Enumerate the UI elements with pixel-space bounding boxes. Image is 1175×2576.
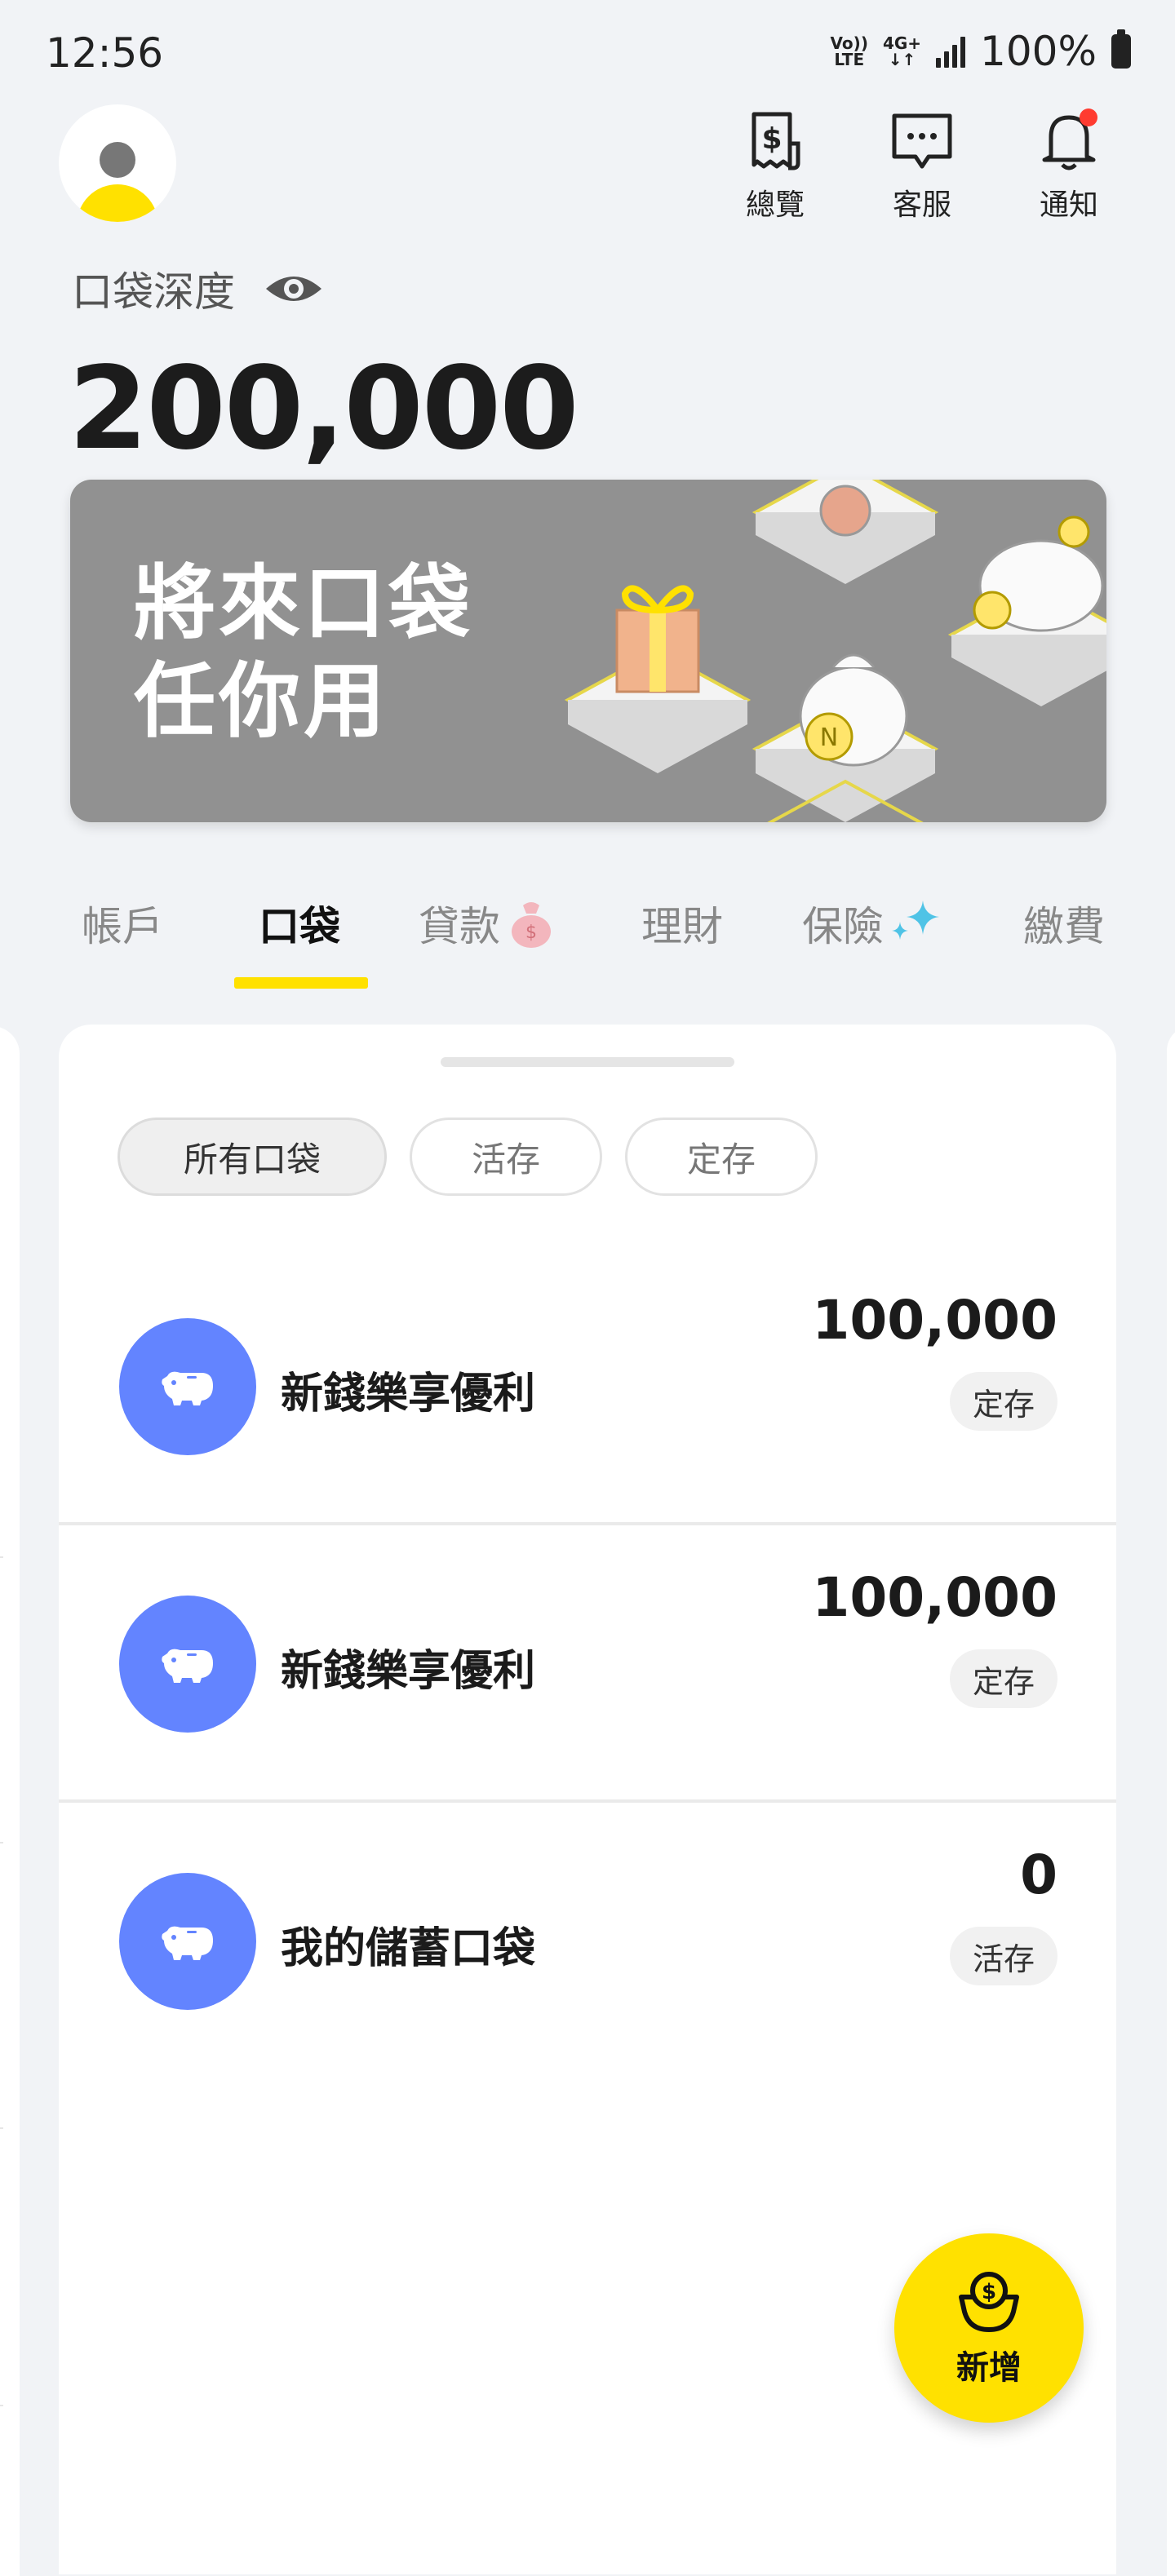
pocket-row[interactable]: 我的儲蓄口袋 0 活存 <box>59 1803 1116 2080</box>
pocket-coin-icon: $ <box>959 2272 1019 2332</box>
banner-line1: 將來口袋 <box>134 555 473 651</box>
pocket-type-badge: 定存 <box>949 1372 1058 1431</box>
support-label: 客服 <box>892 188 951 222</box>
signal-icon <box>936 35 966 68</box>
avatar[interactable] <box>59 104 176 222</box>
status-bar: 12:56 Vo)) LTE 4G+ ↓↑ 100% <box>0 0 1175 106</box>
svg-text:N: N <box>820 724 838 752</box>
receipt-dollar-icon: $ <box>752 112 800 170</box>
status-indicators: Vo)) LTE 4G+ ↓↑ 100% <box>831 28 1131 75</box>
tab-pockets[interactable]: 口袋 <box>259 894 340 953</box>
tab-account[interactable]: 帳戶 <box>82 894 163 953</box>
tab-bar: 帳戶 口袋 貸款 $ 理財 保險 繳費 <box>0 886 1175 1000</box>
pocket-name: 新錢樂享優利 <box>281 1370 536 1419</box>
tab-insurance-label: 保險 <box>802 903 884 950</box>
piggy-bank-icon <box>119 1596 256 1733</box>
previous-card-edge[interactable] <box>0 1026 20 2576</box>
tab-loans[interactable]: 貸款 $ <box>419 894 554 953</box>
network-indicator: 4G+ ↓↑ <box>882 33 922 69</box>
add-pocket-label: 新增 <box>956 2349 1022 2387</box>
filter-demand-label: 活存 <box>471 1139 540 1180</box>
notification-button[interactable]: 通知 <box>995 106 1142 224</box>
svg-text:$: $ <box>761 122 782 156</box>
pocket-row[interactable]: 新錢樂享優利 100,000 定存 <box>59 1525 1116 1803</box>
support-button[interactable]: 客服 <box>849 106 995 224</box>
pocket-amount: 100,000 <box>812 1566 1058 1629</box>
add-pocket-button[interactable]: $ 新增 <box>894 2233 1084 2423</box>
balance-label: 口袋深度 <box>72 268 235 316</box>
tab-investment[interactable]: 理財 <box>641 894 723 953</box>
volte-indicator: Vo)) LTE <box>830 33 868 69</box>
tab-account-label: 帳戶 <box>82 903 163 950</box>
filter-time-label: 定存 <box>686 1139 756 1180</box>
balance-header: 口袋深度 <box>72 259 323 318</box>
pocket-name: 新錢樂享優利 <box>281 1647 536 1696</box>
tab-insurance[interactable]: 保險 <box>802 894 944 953</box>
pocket-amount: 100,000 <box>812 1289 1058 1352</box>
filter-chips: 所有口袋 活存 定存 <box>118 1118 818 1196</box>
next-card-edge[interactable] <box>1167 1026 1175 2576</box>
tab-pockets-label: 口袋 <box>259 903 340 950</box>
filter-all-label: 所有口袋 <box>183 1139 321 1180</box>
tab-loans-label: 貸款 <box>419 903 500 950</box>
tab-payment-label: 繳費 <box>1023 903 1105 950</box>
piggy-bank-icon <box>119 1873 256 2010</box>
top-actions: $ 總覽 客服 通知 <box>702 106 1142 224</box>
battery-percent: 100% <box>980 28 1097 75</box>
money-bag-icon: $ <box>512 902 551 948</box>
chat-bubble-icon <box>892 113 952 169</box>
overview-label: 總覽 <box>745 188 805 222</box>
drag-handle[interactable] <box>441 1057 734 1067</box>
pocket-type-badge: 定存 <box>949 1649 1058 1708</box>
tab-investment-label: 理財 <box>641 903 723 950</box>
banner-text: 將來口袋 任你用 <box>134 555 473 750</box>
svg-text:$: $ <box>525 923 537 943</box>
pocket-name: 我的儲蓄口袋 <box>281 1924 536 1973</box>
notification-label: 通知 <box>1039 188 1098 222</box>
notification-badge <box>1080 108 1097 126</box>
promo-banner[interactable]: 將來口袋 任你用 N <box>70 480 1106 822</box>
filter-all-pockets[interactable]: 所有口袋 <box>118 1118 387 1196</box>
banner-illustration: N <box>564 480 1106 822</box>
active-tab-indicator <box>234 977 368 989</box>
tab-payment[interactable]: 繳費 <box>1023 894 1105 953</box>
banner-line2: 任你用 <box>134 653 388 749</box>
svg-text:$: $ <box>982 2280 996 2304</box>
bell-icon <box>1042 108 1097 170</box>
filter-demand-deposit[interactable]: 活存 <box>410 1118 602 1196</box>
pocket-amount: 0 <box>1020 1843 1058 1906</box>
eye-icon[interactable] <box>264 269 323 308</box>
pocket-type-badge: 活存 <box>949 1927 1058 1985</box>
sparkle-icon <box>892 901 939 940</box>
balance-amount: 200,000 <box>69 343 579 476</box>
overview-button[interactable]: $ 總覽 <box>702 106 849 224</box>
pocket-row[interactable]: 新錢樂享優利 100,000 定存 <box>59 1248 1116 1525</box>
piggy-bank-icon <box>119 1318 256 1455</box>
filter-time-deposit[interactable]: 定存 <box>625 1118 818 1196</box>
status-time: 12:56 <box>46 29 164 77</box>
battery-icon <box>1111 29 1131 69</box>
